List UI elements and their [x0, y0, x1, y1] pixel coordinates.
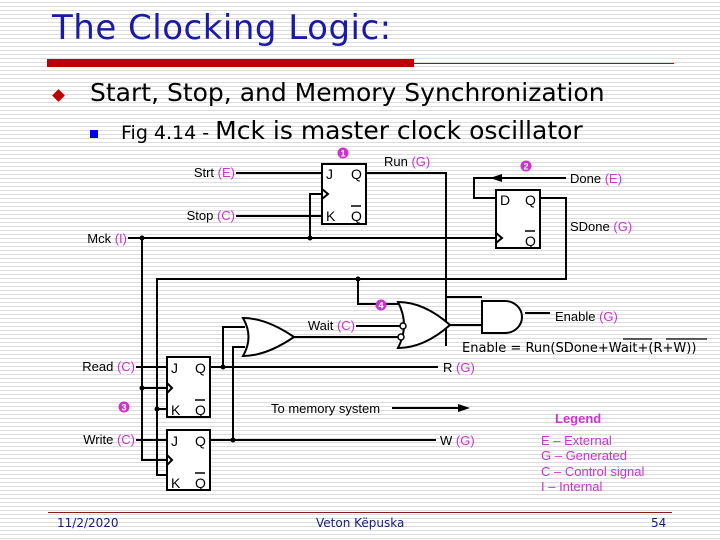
- inverter-bubble-icon: [397, 333, 405, 341]
- junction-dot: [307, 235, 313, 241]
- pin-k: K: [171, 475, 181, 491]
- arrow-left-icon: [490, 174, 502, 182]
- label-read: Read (C): [82, 359, 135, 374]
- or-gate-1: [241, 316, 296, 358]
- pin-q: Q: [195, 433, 206, 449]
- footer-date: 11/2/2020: [57, 516, 119, 530]
- pin-q: Q: [195, 360, 206, 376]
- pin-k: K: [326, 208, 336, 224]
- arrow-right-icon: [458, 404, 470, 412]
- junction-dot: [355, 276, 361, 282]
- clocking-logic-circuit: J Q K Q D Q Q J Q K Q J Q K Q Strt (E) S…: [82, 147, 707, 494]
- footer-author: Veton Këpuska: [316, 516, 405, 530]
- marker-number: 3: [121, 403, 126, 413]
- label-wait: Wait (C): [308, 318, 355, 333]
- enable-equation: Enable = Run(SDone+Wait+(R+W)): [462, 341, 696, 356]
- wire-w-to-or: [232, 346, 245, 440]
- marker-2: 2: [520, 160, 532, 172]
- and-gate: [481, 300, 523, 334]
- label-write: Write (C): [83, 432, 135, 447]
- marker-1: 1: [337, 147, 349, 159]
- legend-item: I – Internal: [541, 479, 603, 494]
- inverter-bubble-icon: [399, 322, 407, 330]
- marker-number: 2: [523, 162, 528, 172]
- label-stop: Stop (C): [187, 208, 235, 223]
- label-to-memory: To memory system: [271, 401, 380, 416]
- pin-q: Q: [351, 166, 362, 182]
- label-enable: Enable (G): [555, 309, 618, 324]
- label-mck: Mck (I): [87, 231, 127, 246]
- pin-qbar: Q: [195, 475, 206, 491]
- junction-dot: [230, 437, 236, 443]
- legend-item: C – Control signal: [541, 464, 644, 479]
- jk-flipflop-1: J Q K Q: [321, 163, 367, 225]
- junction-dot: [220, 364, 226, 370]
- junction-dot: [139, 235, 145, 241]
- label-w: W (G): [440, 433, 475, 448]
- pin-d: D: [500, 192, 510, 208]
- label-run: Run (G): [384, 154, 430, 169]
- marker-number: 1: [340, 149, 345, 159]
- junction-dot: [154, 406, 160, 412]
- d-flipflop-2: D Q Q: [495, 189, 541, 249]
- label-sdone: SDone (G): [570, 219, 632, 234]
- legend-item: E – External: [541, 433, 612, 448]
- pin-j: J: [171, 360, 178, 376]
- jk-flipflop-4: J Q K Q: [166, 429, 211, 491]
- marker-4: 4: [375, 299, 387, 311]
- marker-3: 3: [118, 401, 130, 413]
- wire-mck-vertical: [141, 238, 167, 461]
- pin-qbar: Q: [525, 233, 536, 249]
- label-r: R (G): [443, 360, 475, 375]
- marker-number: 4: [378, 301, 383, 311]
- junction-dot: [139, 385, 145, 391]
- pin-k: K: [171, 402, 181, 418]
- legend-title: Legend: [555, 411, 601, 426]
- pin-q: Q: [525, 192, 536, 208]
- pin-qbar: Q: [351, 208, 362, 224]
- footer-divider: [48, 512, 672, 513]
- jk-flipflop-3: J Q K Q: [166, 356, 211, 418]
- label-done: Done (E): [570, 171, 622, 186]
- label-strt: Strt (E): [194, 165, 235, 180]
- pin-j: J: [326, 166, 333, 182]
- footer-page-number: 54: [651, 516, 667, 530]
- pin-qbar: Q: [195, 402, 206, 418]
- pin-j: J: [171, 433, 178, 449]
- legend-item: G – Generated: [541, 448, 627, 463]
